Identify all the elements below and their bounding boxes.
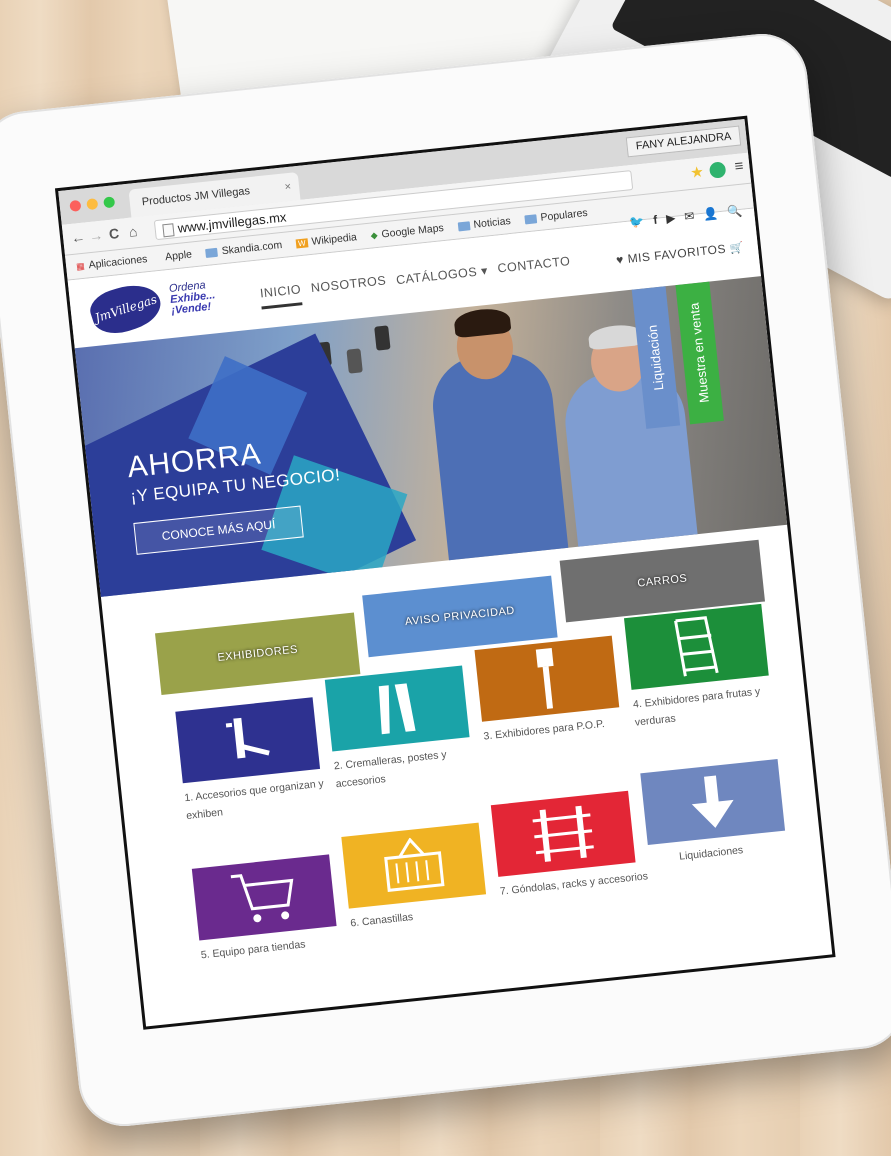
home-icon[interactable]: ⌂ (128, 223, 138, 240)
cart-icon: 🛒 (729, 241, 745, 256)
apps-icon: ▦ (75, 260, 86, 272)
category-frutas[interactable] (623, 603, 769, 690)
ribbon-muestra[interactable]: Muestra en venta (675, 281, 724, 425)
nav-inicio[interactable]: INICIO (259, 282, 303, 310)
bookmark-noticias[interactable]: Noticias (457, 215, 511, 233)
bookmark-populares[interactable]: Populares (524, 207, 588, 226)
down-arrow-icon (691, 775, 734, 828)
user-icon[interactable]: 👤 (703, 206, 719, 221)
nav-nosotros[interactable]: NOSOTROS (310, 273, 388, 304)
close-window-button[interactable] (69, 199, 82, 212)
back-icon[interactable]: ← (70, 229, 86, 246)
reload-icon[interactable]: C (108, 225, 120, 242)
category-gondolas[interactable] (490, 790, 636, 877)
cart-icon (230, 874, 294, 923)
minimize-window-button[interactable] (86, 198, 99, 211)
shelf-item (374, 325, 391, 351)
category-cremalleras[interactable] (324, 665, 470, 752)
twitter-icon[interactable]: 🐦 (629, 214, 645, 229)
window-controls (69, 196, 116, 212)
mail-icon[interactable]: ✉ (684, 209, 695, 224)
category-cremalleras-label[interactable]: 2. Cremalleras, postes y accesorios (333, 742, 486, 793)
facebook-icon[interactable]: f (653, 213, 658, 227)
shelf-item (346, 348, 363, 374)
nav-contacto[interactable]: CONTACTO (497, 254, 572, 285)
zoom-window-button[interactable] (103, 196, 116, 209)
bookmark-aplicaciones[interactable]: ▦ Aplicaciones (76, 253, 148, 272)
hero-person-young (428, 306, 570, 571)
bookmark-skandia[interactable]: Skandia.com (205, 239, 283, 259)
hook-icon (225, 717, 270, 759)
heart-icon: ♥ (615, 252, 625, 268)
chevron-down-icon: ▾ (480, 263, 489, 279)
browser-screen: Productos JM Villegas × FANY ALEJANDRA ←… (54, 115, 836, 1030)
bookmark-star-icon[interactable]: ★ (689, 163, 705, 182)
bookmark-google-maps[interactable]: ◆ Google Maps (370, 222, 444, 242)
tab-close-icon[interactable]: × (283, 173, 292, 202)
site-tagline: Ordena Exhibe... ¡Vende! (168, 279, 216, 317)
category-equipo-tiendas[interactable] (191, 854, 337, 941)
wikipedia-icon: W (295, 237, 309, 248)
tablet-device: Productos JM Villegas × FANY ALEJANDRA ←… (0, 29, 891, 1131)
maps-icon: ◆ (370, 229, 379, 241)
nav-catalogos[interactable]: CATÁLOGOS ▾ (395, 263, 489, 296)
favorites-link[interactable]: ♥ MIS FAVORITOS 🛒 (616, 240, 745, 267)
category-frutas-label[interactable]: 4. Exhibidores para frutas y verduras (632, 680, 785, 731)
forward-icon[interactable]: → (88, 227, 104, 244)
category-canastillas[interactable] (341, 822, 487, 909)
produce-stand-icon (674, 616, 719, 677)
category-pop[interactable] (474, 635, 620, 722)
bookmark-wikipedia[interactable]: W Wikipedia (295, 231, 357, 249)
category-accesorios[interactable] (175, 697, 321, 784)
youtube-icon[interactable]: ▶ (666, 211, 677, 226)
profile-badge[interactable]: FANY ALEJANDRA (625, 125, 742, 158)
basket-icon (384, 837, 445, 892)
hero-person-older (560, 322, 699, 557)
tab-title: Productos JM Villegas (141, 185, 251, 209)
category-liquidaciones[interactable] (640, 759, 786, 846)
menu-icon[interactable]: ≡ (734, 157, 744, 175)
search-icon[interactable]: 🔍 (726, 204, 742, 219)
extension-icon[interactable] (708, 161, 727, 179)
folder-icon (457, 220, 471, 232)
folder-icon (205, 247, 219, 258)
bookmark-apple[interactable]: Apple (161, 248, 193, 263)
rack-icon (378, 683, 416, 735)
pop-icon (535, 648, 554, 709)
site-logo[interactable]: JmVillegas (85, 276, 166, 341)
category-accesorios-label[interactable]: 1. Accesorios que organizan y exhiben (183, 774, 336, 825)
gondola-icon (532, 805, 594, 862)
folder-icon (524, 213, 538, 224)
